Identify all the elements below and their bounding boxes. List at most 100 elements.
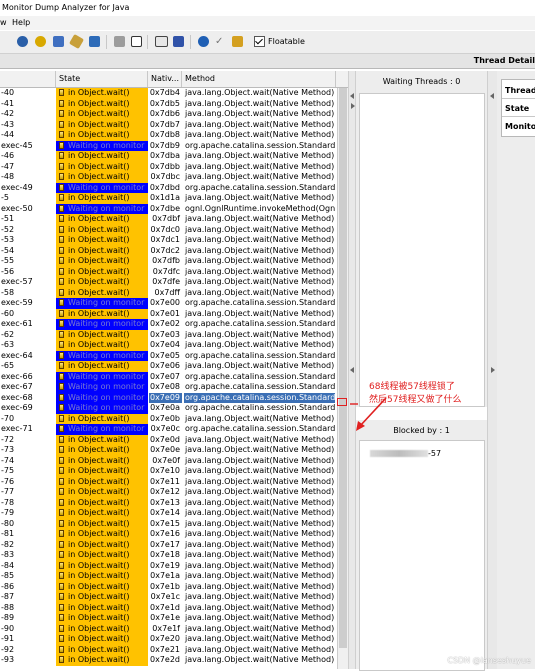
hourglass-icon [59,194,64,201]
scrollbar-thumb[interactable] [339,88,347,648]
blank-window-icon[interactable] [131,36,142,47]
check-icon[interactable]: ✓ [215,36,226,47]
table-row[interactable]: -81 in Object.wait() 0x7e16 java.lang.Objec… [0,529,336,540]
table-row[interactable]: -53 in Object.wait() 0x7dc1 java.lang.Objec… [0,235,336,246]
thread-name-cell: -55 [1,256,15,265]
table-row[interactable]: -44 in Object.wait() 0x7db8 java.lang.Objec… [0,130,336,141]
edit-icon[interactable] [68,33,85,50]
table-row[interactable]: exec-67 Waiting on monitor 0x7e08 org.apach… [0,382,336,393]
table-row[interactable]: -42 in Object.wait() 0x7db6 java.lang.Objec… [0,109,336,120]
table-row[interactable]: -40 in Object.wait() 0x7db4 java.lang.Objec… [0,88,336,99]
table-row[interactable]: -84 in Object.wait() 0x7e19 java.lang.Objec… [0,560,336,571]
waiting-threads-list[interactable] [359,93,485,407]
window-icon[interactable] [53,36,64,47]
column-header-method[interactable]: Method [182,71,336,87]
table-row[interactable]: exec-49 Waiting on monitor 0x7dbd org.apach… [0,182,336,193]
table-row[interactable]: exec-45 Waiting on monitor 0x7db9 org.apach… [0,140,336,151]
table-row[interactable]: -46 in Object.wait() 0x7dba java.lang.Objec… [0,151,336,162]
table-row[interactable]: -58 in Object.wait() 0x7dff java.lang.Objec… [0,287,336,298]
table-row[interactable]: exec-71 Waiting on monitor 0x7e0c org.apach… [0,424,336,435]
table-row[interactable]: -92 in Object.wait() 0x7e21 java.lang.Objec… [0,644,336,655]
table-row[interactable]: -76 in Object.wait() 0x7e11 java.lang.Objec… [0,476,336,487]
thread-state-text: Waiting on monitor [68,392,145,402]
table-row[interactable]: -85 in Object.wait() 0x7e1a java.lang.Objec… [0,571,336,582]
blocked-by-list[interactable]: -57 [359,440,485,671]
table-row[interactable]: -56 in Object.wait() 0x7dfc java.lang.Objec… [0,266,336,277]
thread-name-cell: -79 [1,508,15,517]
expand-right-icon[interactable] [491,367,495,373]
table-row[interactable]: -41 in Object.wait() 0x7db5 java.lang.Objec… [0,98,336,109]
table-row[interactable]: -79 in Object.wait() 0x7e14 java.lang.Objec… [0,508,336,519]
layout-icon[interactable] [155,36,168,47]
table-row[interactable]: -70 in Object.wait() 0x7e0b java.lang.Objec… [0,413,336,424]
table-row[interactable]: -52 in Object.wait() 0x7dc0 java.lang.Objec… [0,224,336,235]
splitter-right[interactable] [487,71,497,669]
table-row[interactable]: -5 in Object.wait() 0x1d1a java.lang.Object… [0,193,336,204]
thread-state-text: in Object.wait() [68,476,130,486]
table-row[interactable]: -73 in Object.wait() 0x7e0e java.lang.Objec… [0,445,336,456]
refresh-icon[interactable] [17,36,28,47]
table-row[interactable]: -93 in Object.wait() 0x7e2d java.lang.Objec… [0,655,336,666]
tools-icon[interactable] [232,36,243,47]
table-row[interactable]: -78 in Object.wait() 0x7e13 java.lang.Objec… [0,497,336,508]
panel-icon[interactable] [173,36,184,47]
table-row[interactable]: -80 in Object.wait() 0x7e15 java.lang.Objec… [0,518,336,529]
native-id-cell: 0x7db5 [149,98,180,108]
expand-right-icon[interactable] [351,103,355,109]
table-row[interactable]: -47 in Object.wait() 0x7dbb java.lang.Objec… [0,161,336,172]
collapse-left-icon[interactable] [490,93,494,99]
floatable-toggle[interactable]: Floatable [254,36,305,47]
table-row[interactable]: -91 in Object.wait() 0x7e20 java.lang.Objec… [0,634,336,645]
menu-item-window[interactable]: w [0,16,7,30]
table-row[interactable]: -83 in Object.wait() 0x7e18 java.lang.Objec… [0,550,336,561]
table-row[interactable]: -89 in Object.wait() 0x7e1e java.lang.Objec… [0,613,336,624]
method-cell: java.lang.Object.wait(Native Method) [185,287,335,297]
table-row[interactable]: -86 in Object.wait() 0x7e1b java.lang.Objec… [0,581,336,592]
table-row[interactable]: exec-61 Waiting on monitor 0x7e02 org.apach… [0,319,336,330]
table-row[interactable]: -90 in Object.wait() 0x7e1f java.lang.Objec… [0,623,336,634]
table-row[interactable]: -63 in Object.wait() 0x7e04 java.lang.Objec… [0,340,336,351]
table-row[interactable]: exec-50 Waiting on monitor 0x7dbe ognl.Ognl… [0,203,336,214]
table-row[interactable]: exec-64 Waiting on monitor 0x7e05 org.apach… [0,350,336,361]
thread-state-cell: in Object.wait() [56,550,148,561]
table-row[interactable]: -75 in Object.wait() 0x7e10 java.lang.Objec… [0,466,336,477]
hourglass-icon [59,593,64,600]
compare-icon[interactable] [114,36,125,47]
table-row[interactable]: exec-57 in Object.wait() 0x7dfe java.lang.O… [0,277,336,288]
table-row[interactable]: -65 in Object.wait() 0x7e06 java.lang.Objec… [0,361,336,372]
table-row[interactable]: -77 in Object.wait() 0x7e12 java.lang.Objec… [0,487,336,498]
thread-state-text: Waiting on monitor [68,382,145,391]
column-header-name[interactable] [0,71,56,87]
table-row[interactable]: -48 in Object.wait() 0x7dbc java.lang.Objec… [0,172,336,183]
collapse-left-icon[interactable] [350,93,354,99]
thread-state-text: in Object.wait() [68,539,130,549]
copy-icon[interactable] [89,36,100,47]
thread-state-text: in Object.wait() [68,434,130,444]
splitter-left[interactable] [348,71,356,669]
table-row[interactable]: -88 in Object.wait() 0x7e1d java.lang.Objec… [0,602,336,613]
gear-icon[interactable] [35,36,46,47]
table-scrollbar[interactable] [337,88,348,669]
table-row[interactable]: exec-69 Waiting on monitor 0x7e0a org.apach… [0,403,336,414]
column-header-state[interactable]: State [56,71,148,87]
table-row[interactable]: exec-68 Waiting on monitor 0x7e09 org.apach… [0,392,336,403]
table-row[interactable]: -43 in Object.wait() 0x7db7 java.lang.Objec… [0,119,336,130]
table-row[interactable]: -55 in Object.wait() 0x7dfb java.lang.Objec… [0,256,336,267]
table-row[interactable]: -74 in Object.wait() 0x7e0f java.lang.Objec… [0,455,336,466]
table-row[interactable]: -87 in Object.wait() 0x7e1c java.lang.Objec… [0,592,336,603]
table-row[interactable]: exec-66 Waiting on monitor 0x7e07 org.apach… [0,371,336,382]
table-row[interactable]: -72 in Object.wait() 0x7e0d java.lang.Objec… [0,434,336,445]
collapse-left-icon[interactable] [350,367,354,373]
menu-item-help[interactable]: Help [12,16,30,30]
column-header-native[interactable]: Nativ... [148,71,182,87]
table-row[interactable]: -51 in Object.wait() 0x7dbf java.lang.Objec… [0,214,336,225]
table-row[interactable]: -82 in Object.wait() 0x7e17 java.lang.Objec… [0,539,336,550]
blocked-by-item[interactable]: -57 [370,449,441,458]
floatable-checkbox[interactable] [254,36,265,47]
thread-state-cell: Waiting on monitor [56,140,148,151]
table-row[interactable]: -60 in Object.wait() 0x7e01 java.lang.Objec… [0,308,336,319]
table-row[interactable]: exec-59 Waiting on monitor 0x7e00 org.apach… [0,298,336,309]
table-row[interactable]: -54 in Object.wait() 0x7dc2 java.lang.Objec… [0,245,336,256]
help-icon[interactable] [198,36,209,47]
table-row[interactable]: -62 in Object.wait() 0x7e03 java.lang.Objec… [0,329,336,340]
